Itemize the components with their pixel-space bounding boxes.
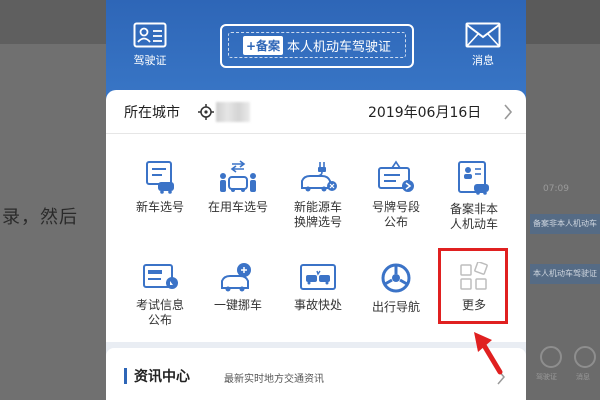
- app-screen: 驾驶证 +备案 本人机动车驾驶证 消息 所在城市 2019年06月16日 新车选…: [106, 0, 526, 400]
- background-icon-label: 消息: [576, 373, 590, 381]
- accident-icon: [300, 264, 336, 290]
- background-instruction-text: 录，然后: [2, 207, 78, 228]
- service-label: 在用车选号: [207, 200, 268, 214]
- background-row: 本人机动车驾驶证: [530, 264, 600, 284]
- plate-range-icon: [378, 160, 414, 192]
- register-license-banner[interactable]: +备案 本人机动车驾驶证: [220, 24, 414, 68]
- service-plate-range[interactable]: 号牌号段 公布: [354, 160, 438, 230]
- service-accident[interactable]: 事故快处: [276, 262, 360, 313]
- background-time: 07:09: [543, 184, 569, 194]
- news-subtitle: 最新实时地方交通资讯: [224, 374, 324, 385]
- background-message-icon: [574, 346, 596, 368]
- driver-license-label: 驾驶证: [133, 54, 167, 67]
- background-icons: 驾驶证 消息: [536, 346, 600, 386]
- city-row[interactable]: 所在城市 2019年06月16日: [106, 90, 526, 134]
- register-vehicle-icon: [458, 161, 489, 195]
- service-label: 一键挪车: [213, 298, 262, 312]
- driver-license-button[interactable]: 驾驶证: [124, 22, 176, 68]
- background-row: 备案非本人机动车: [530, 214, 600, 234]
- banner-inner: +备案 本人机动车驾驶证: [228, 32, 406, 58]
- news-center[interactable]: 资讯中心 最新实时地方交通资讯: [106, 348, 526, 400]
- envelope-icon: [465, 22, 501, 48]
- messages-label: 消息: [472, 54, 494, 67]
- location-crosshair-icon: [198, 104, 214, 120]
- exam-info-icon: [143, 264, 178, 289]
- background-page-right: [526, 0, 600, 400]
- move-car-icon: [221, 263, 251, 292]
- background-top-bar: [0, 0, 106, 44]
- background-page-left: [0, 0, 106, 400]
- service-used-car-plate[interactable]: 在用车选号: [196, 160, 280, 215]
- blurred-city-name: [216, 102, 250, 122]
- city-label: 所在城市: [124, 105, 180, 121]
- navigation-icon: [381, 263, 411, 293]
- service-new-car-plate[interactable]: 新车选号: [118, 160, 202, 215]
- service-label: 号牌号段 公布: [371, 200, 420, 229]
- service-move-car[interactable]: 一键挪车: [196, 262, 280, 313]
- service-exam-info[interactable]: 考试信息 公布: [118, 262, 202, 328]
- annotation-arrow-icon: [474, 332, 503, 375]
- banner-text: 本人机动车驾驶证: [287, 39, 392, 55]
- messages-button[interactable]: 消息: [458, 22, 508, 68]
- services-card: 所在城市 2019年06月16日 新车选号 在用车选号 新能源车 换牌选号 号牌…: [106, 90, 526, 342]
- service-label: 事故快处: [293, 298, 342, 312]
- service-navigation[interactable]: 出行导航: [354, 262, 438, 315]
- new-energy-car-icon: [301, 162, 337, 192]
- id-card-icon: [133, 22, 167, 48]
- more-highlight-box: [438, 248, 508, 324]
- new-car-plate-icon: [146, 161, 174, 194]
- background-icon-label: 驾驶证: [536, 373, 557, 381]
- service-label: 考试信息 公布: [135, 298, 184, 327]
- service-register-vehicle[interactable]: 备案非本 人机动车: [432, 160, 516, 232]
- current-date: 2019年06月16日: [368, 105, 482, 121]
- service-label: 出行导航: [371, 300, 420, 314]
- news-title: 资讯中心: [134, 369, 190, 385]
- chevron-right-icon: [504, 104, 513, 120]
- background-license-icon: [540, 346, 562, 368]
- service-label: 新能源车 换牌选号: [293, 200, 342, 229]
- news-accent-bar: [124, 368, 127, 384]
- banner-badge: +备案: [242, 35, 284, 55]
- service-label: 新车选号: [135, 200, 184, 214]
- background-top-bar-right: [526, 0, 600, 44]
- service-new-energy-car[interactable]: 新能源车 换牌选号: [276, 160, 360, 230]
- service-label: 备案非本 人机动车: [449, 202, 498, 231]
- used-car-plate-icon: [220, 160, 256, 192]
